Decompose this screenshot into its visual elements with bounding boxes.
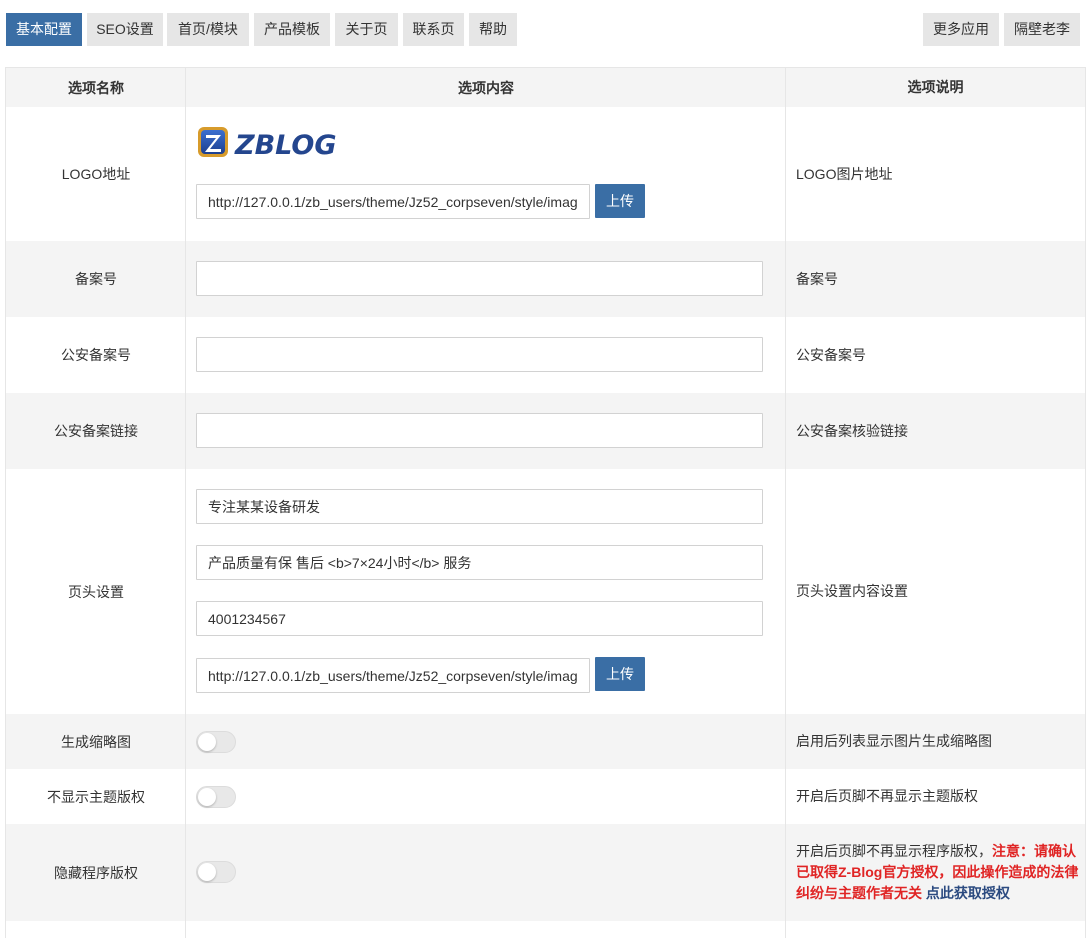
header-image-url-input[interactable]: [196, 658, 590, 693]
tab-contact-page[interactable]: 联系页: [403, 13, 464, 46]
tab-seo-settings[interactable]: SEO设置: [87, 13, 163, 46]
table-row-header-settings: 页头设置 上传 页头设置内容设置: [6, 469, 1085, 714]
column-divider: [785, 68, 786, 107]
row-label: 不显示主题版权: [47, 788, 145, 805]
column-divider: [785, 469, 786, 714]
row-label: LOGO地址: [61, 166, 131, 182]
row-description: 启用后列表显示图片生成缩略图: [796, 733, 992, 749]
row-label: 生成缩略图: [61, 733, 131, 750]
column-divider: [185, 241, 186, 317]
row-description: 公安备案核验链接: [796, 422, 908, 439]
table-row: [6, 921, 1085, 938]
header-phone-input[interactable]: [196, 601, 763, 636]
tab-basic-config[interactable]: 基本配置: [6, 13, 82, 46]
header-service-input[interactable]: [196, 545, 763, 580]
tab-about-page[interactable]: 关于页: [335, 13, 398, 46]
row-description: 开启后页脚不再显示主题版权: [796, 788, 978, 804]
thumbnail-toggle[interactable]: [196, 731, 236, 753]
settings-table: 选项名称 选项内容 选项说明 LOGO地址 ZBLOG 上传 LOGO图片地址: [5, 67, 1086, 938]
row-label: 页头设置: [68, 583, 124, 600]
row-description: 公安备案号: [796, 346, 866, 363]
tab-more-apps[interactable]: 更多应用: [923, 13, 999, 46]
column-divider: [185, 714, 186, 769]
logo-wordmark: ZBLOG: [234, 130, 337, 161]
header-option-content: 选项内容: [458, 79, 514, 96]
column-divider: [785, 921, 786, 938]
column-divider: [185, 824, 186, 921]
hide-program-copyright-toggle[interactable]: [196, 861, 236, 883]
column-divider: [185, 469, 186, 714]
table-row-thumbnail: 生成缩略图 启用后列表显示图片生成缩略图: [6, 714, 1085, 769]
column-divider: [785, 714, 786, 769]
toggle-knob: [198, 863, 216, 881]
column-divider: [785, 107, 786, 241]
column-divider: [185, 107, 186, 241]
hide-theme-copyright-toggle[interactable]: [196, 786, 236, 808]
row-description: 页头设置内容设置: [796, 583, 908, 599]
tab-home-modules[interactable]: 首页/模块: [167, 13, 249, 46]
tab-author[interactable]: 隔壁老李: [1004, 13, 1080, 46]
row-label: 公安备案号: [61, 347, 131, 363]
get-authorization-link[interactable]: 点此获取授权: [926, 885, 1010, 901]
logo-upload-button[interactable]: 上传: [595, 184, 645, 218]
column-divider: [785, 769, 786, 824]
column-divider: [185, 393, 186, 469]
column-divider: [185, 921, 186, 938]
toggle-knob: [198, 733, 216, 751]
header-slogan-input[interactable]: [196, 489, 763, 524]
header-image-upload-button[interactable]: 上传: [595, 657, 645, 691]
police-link-input[interactable]: [196, 413, 763, 448]
tab-help[interactable]: 帮助: [469, 13, 517, 46]
row-description: 备案号: [796, 270, 838, 287]
table-row-police-link: 公安备案链接 公安备案核验链接: [6, 393, 1085, 469]
row-description: LOGO图片地址: [796, 165, 893, 182]
toggle-knob: [198, 788, 216, 806]
table-row-logo: LOGO地址 ZBLOG 上传 LOGO图片地址: [6, 107, 1085, 241]
table-row-hide-program-copyright: 隐藏程序版权 开启后页脚不再显示程序版权，注意：请确认已取得Z-Blog官方授权…: [6, 824, 1085, 921]
description-text: 开启后页脚不再显示程序版权，: [796, 843, 992, 859]
header-option-name: 选项名称: [68, 79, 124, 96]
row-label: 公安备案链接: [54, 423, 138, 439]
column-divider: [185, 68, 186, 107]
row-label: 备案号: [75, 271, 117, 287]
table-row-hide-theme-copyright: 不显示主题版权 开启后页脚不再显示主题版权: [6, 769, 1085, 824]
logo-url-input[interactable]: [196, 184, 590, 219]
table-header-row: 选项名称 选项内容 选项说明: [6, 68, 1085, 107]
column-divider: [785, 393, 786, 469]
icp-number-input[interactable]: [196, 261, 763, 296]
row-label: 隐藏程序版权: [54, 864, 138, 881]
police-icp-input[interactable]: [196, 337, 763, 372]
zblog-logo-image: ZBLOG: [198, 127, 337, 161]
column-divider: [185, 769, 186, 824]
row-description: 开启后页脚不再显示程序版权，注意：请确认已取得Z-Blog官方授权，因此操作造成…: [796, 824, 1081, 921]
column-divider: [785, 317, 786, 393]
table-row-icp: 备案号 备案号: [6, 241, 1085, 317]
settings-tab-bar: 基本配置 SEO设置 首页/模块 产品模板 关于页 联系页 帮助 更多应用 隔壁…: [0, 0, 1090, 58]
column-divider: [785, 241, 786, 317]
table-row-police-icp: 公安备案号 公安备案号: [6, 317, 1085, 393]
tab-product-template[interactable]: 产品模板: [254, 13, 330, 46]
header-option-desc: 选项说明: [907, 79, 964, 95]
column-divider: [785, 824, 786, 921]
column-divider: [185, 317, 186, 393]
